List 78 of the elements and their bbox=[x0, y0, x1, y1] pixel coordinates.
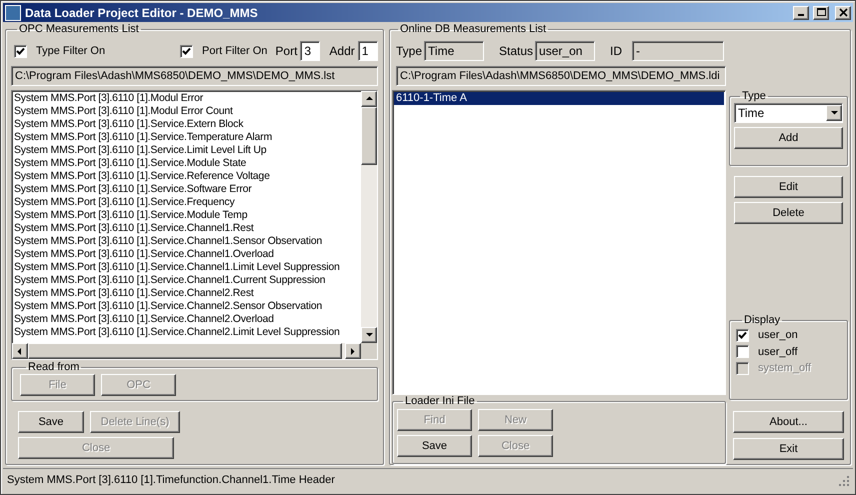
scroll-up-button[interactable] bbox=[361, 91, 377, 107]
checkbox-label: system_off bbox=[758, 361, 811, 376]
dropdown-button[interactable] bbox=[826, 105, 842, 121]
down-arrow-icon bbox=[364, 330, 374, 340]
list-item[interactable]: System MMS.Port [3].6110 [1].Service.Channel2.Sensor Observation bbox=[12, 300, 361, 313]
text-field[interactable]: Time bbox=[424, 41, 484, 61]
list-item[interactable]: System MMS.Port [3].6110 [1].Service.Software Error bbox=[12, 183, 361, 196]
scroll-left-button[interactable] bbox=[12, 343, 28, 359]
close-icon bbox=[838, 8, 848, 17]
group-title: Type bbox=[741, 90, 767, 103]
button[interactable]: Edit bbox=[734, 176, 843, 198]
scroll-down-button[interactable] bbox=[361, 327, 377, 343]
window-title: Data Loader Project Editor - DEMO_MMS bbox=[25, 4, 259, 22]
app-icon bbox=[5, 4, 21, 20]
checkbox[interactable] bbox=[736, 345, 749, 358]
list-item[interactable]: System MMS.Port [3].6110 [1].Modul Error bbox=[12, 92, 361, 105]
id-label: ID bbox=[610, 43, 622, 60]
list-item[interactable]: System MMS.Port [3].6110 [1].Service.Limit Level Lift Up bbox=[12, 144, 361, 157]
checkbox[interactable] bbox=[14, 44, 27, 58]
list-item[interactable]: System MMS.Port [3].6110 [1].Service.Temperature Alarm bbox=[12, 131, 361, 144]
group-title: Read from bbox=[27, 361, 80, 374]
checkbox-label: user_off bbox=[758, 344, 798, 360]
resize-grip-icon[interactable] bbox=[838, 475, 849, 486]
scroll-thumb[interactable] bbox=[361, 107, 377, 165]
status-text: System MMS.Port [3].6110 [1].Timefunction.Channel1.Time Header bbox=[7, 473, 336, 488]
maximize-icon bbox=[816, 8, 826, 17]
button[interactable]: Add bbox=[734, 127, 843, 149]
minimize-button[interactable] bbox=[793, 6, 809, 20]
type-label: Type bbox=[396, 43, 422, 60]
list-item[interactable]: System MMS.Port [3].6110 [1].Service.Channel2.Rest bbox=[12, 287, 361, 300]
right-arrow-icon bbox=[348, 346, 358, 356]
text-field[interactable]: user_on bbox=[535, 41, 596, 61]
dropdown-arrow-icon bbox=[830, 108, 838, 118]
maximize-button[interactable] bbox=[813, 6, 829, 20]
checkbox-label: Port Filter On bbox=[202, 44, 268, 59]
scrollbar-corner bbox=[361, 343, 377, 359]
group-title: Display bbox=[743, 314, 782, 327]
list-item[interactable]: System MMS.Port [3].6110 [1].Service.Module Temp bbox=[12, 209, 361, 222]
list-item[interactable]: System MMS.Port [3].6110 [1].Service.Frequency bbox=[12, 196, 361, 209]
list-item[interactable]: System MMS.Port [3].6110 [1].Service.Channel2.Limit Level Suppression bbox=[12, 326, 361, 339]
group-title: Online DB Measurements List bbox=[399, 23, 548, 36]
list-item[interactable]: System MMS.Port [3].6110 [1].Service.Channel1.Overload bbox=[12, 248, 361, 261]
checkbox-label: user_on bbox=[758, 328, 798, 343]
list-item[interactable]: System MMS.Port [3].6110 [1].Service.Extern Block bbox=[12, 118, 361, 131]
list-box[interactable] bbox=[11, 90, 378, 360]
text-field[interactable]: C:\Program Files\Adash\MMS6850\DEMO_MMS\DEMO_MMS.ldi bbox=[396, 66, 726, 86]
button[interactable]: Save bbox=[18, 411, 84, 433]
list-item[interactable]: System MMS.Port [3].6110 [1].Service.Channel1.Sensor Observation bbox=[12, 235, 361, 248]
list-item[interactable]: System MMS.Port [3].6110 [1].Service.Module State bbox=[12, 157, 361, 170]
list-item[interactable]: System MMS.Port [3].6110 [1].Service.Channel1.Rest bbox=[12, 222, 361, 235]
close-button[interactable] bbox=[835, 6, 851, 20]
checkbox[interactable] bbox=[736, 328, 749, 342]
list-item[interactable]: System MMS.Port [3].6110 [1].Service.Reference Voltage bbox=[12, 170, 361, 183]
status-label: Status bbox=[499, 43, 534, 60]
list-item[interactable]: System MMS.Port [3].6110 [1].Modul Error Count bbox=[12, 105, 361, 118]
type-dropdown[interactable]: Time bbox=[734, 103, 843, 123]
group-title: Loader Ini File bbox=[404, 395, 476, 408]
button[interactable]: Save bbox=[397, 435, 472, 457]
port-label: Port bbox=[275, 43, 298, 60]
scroll-right-button[interactable] bbox=[345, 343, 361, 359]
text-field[interactable]: C:\Program Files\Adash\MMS6850\DEMO_MMS\DEMO_MMS.lst bbox=[11, 66, 378, 86]
addr-label: Addr bbox=[329, 43, 355, 60]
button[interactable]: About... bbox=[733, 411, 844, 433]
button[interactable]: Exit bbox=[733, 438, 844, 460]
dropdown-value: Time bbox=[738, 105, 766, 122]
list-item[interactable]: System MMS.Port [3].6110 [1].Service.Channel2.Overload bbox=[12, 313, 361, 326]
list-item[interactable]: System MMS.Port [3].6110 [1].Service.Channel1.Limit Level Suppression bbox=[12, 261, 361, 274]
text-field[interactable]: - bbox=[632, 41, 724, 61]
button[interactable]: Delete bbox=[734, 202, 843, 224]
checkbox[interactable] bbox=[180, 44, 193, 58]
vertical-scrollbar[interactable] bbox=[361, 91, 377, 343]
list-item[interactable]: System MMS.Port [3].6110 [1].Service.Channel1.Current Suppression bbox=[12, 274, 361, 287]
text-field[interactable]: 3 bbox=[300, 41, 320, 61]
list-box[interactable]: 6110-1-Time A bbox=[392, 90, 726, 395]
text-field[interactable]: 1 bbox=[358, 41, 378, 61]
group-title: OPC Measurements List bbox=[18, 23, 140, 36]
checkbox-label: Type Filter On bbox=[36, 44, 106, 59]
list-item[interactable]: 6110-1-Time A bbox=[394, 92, 724, 105]
